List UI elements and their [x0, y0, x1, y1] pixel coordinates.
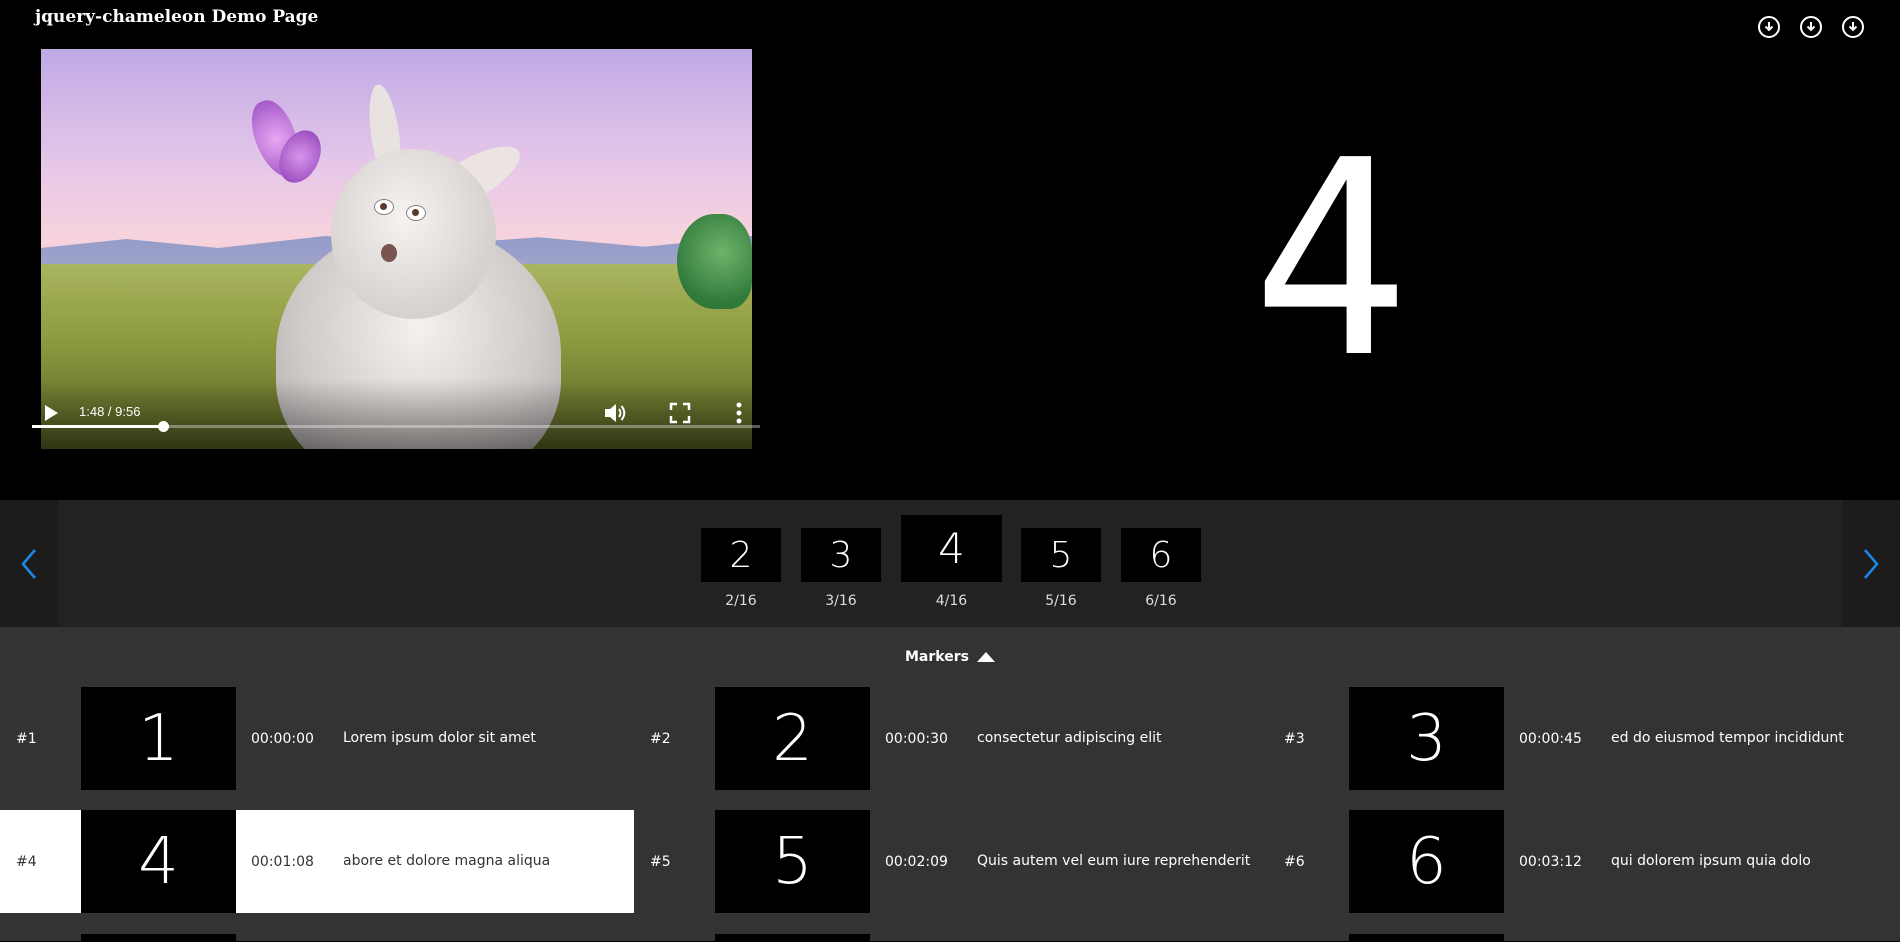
seek-bar-progress	[32, 425, 164, 428]
marker-index: #5	[650, 853, 671, 870]
marker-index: #3	[1284, 730, 1305, 747]
download-buttons	[1758, 16, 1864, 38]
slide-carousel: 2 2/16 3 3/16 4 4/16 5 5/16 6 6/16	[0, 500, 1900, 627]
marker-item-active[interactable]: #4 4 00:01:08 abore et dolore magna aliq…	[0, 810, 634, 913]
marker-text: abore et dolore magna aliqua	[343, 853, 551, 869]
carousel-item-label: 5/16	[1045, 593, 1077, 609]
marker-thumbnail: 5	[715, 810, 870, 913]
video-butterfly	[243, 94, 329, 199]
download-icon	[1848, 22, 1858, 32]
video-bunny-head	[331, 149, 496, 319]
carousel-item[interactable]: 6 6/16	[1121, 528, 1201, 609]
video-bunny-eye-left	[374, 199, 394, 215]
volume-button[interactable]	[603, 401, 629, 425]
seek-bar-handle[interactable]	[158, 421, 170, 432]
caret-up-icon	[976, 652, 995, 662]
download-icon	[1806, 22, 1816, 32]
marker-thumbnail: 1	[81, 687, 236, 790]
video-player[interactable]: 1:48 / 9:56	[41, 49, 752, 449]
seek-bar[interactable]	[32, 421, 760, 432]
fullscreen-button[interactable]	[669, 402, 691, 424]
carousel-item[interactable]: 3 3/16	[801, 528, 881, 609]
video-bunny-eye-right	[406, 205, 426, 221]
chevron-left-icon	[21, 548, 36, 579]
marker-index: #1	[16, 730, 37, 747]
marker-time: 00:03:12	[1519, 853, 1582, 870]
marker-time: 00:00:45	[1519, 730, 1582, 747]
marker-time: 00:02:09	[885, 853, 948, 870]
download-button-2[interactable]	[1800, 16, 1822, 38]
marker-thumbnail: 2	[715, 687, 870, 790]
carousel-item-thumb: 2	[701, 528, 781, 582]
marker-time: 00:01:08	[251, 853, 314, 870]
carousel-item-thumb: 4	[901, 515, 1002, 582]
marker-time: 00:00:30	[885, 730, 948, 747]
carousel-item-active[interactable]: 4 4/16	[901, 515, 1002, 609]
carousel-prev-button[interactable]	[0, 500, 58, 627]
download-button-1[interactable]	[1758, 16, 1780, 38]
marker-thumbnail: 3	[1349, 687, 1504, 790]
more-options-button[interactable]	[734, 401, 744, 425]
carousel-item-label: 2/16	[725, 593, 757, 609]
fullscreen-icon	[669, 402, 691, 424]
marker-time: 00:00:00	[251, 730, 314, 747]
play-icon	[45, 405, 58, 421]
carousel-item[interactable]: 5 5/16	[1021, 528, 1101, 609]
video-controls: 1:48 / 9:56	[41, 379, 752, 449]
marker-text: consectetur adipiscing elit	[977, 730, 1162, 746]
page-title: jquery-chameleon Demo Page	[35, 7, 319, 27]
marker-item[interactable]: #5 5 00:02:09 Quis autem vel eum iure re…	[634, 810, 1268, 913]
markers-panel: Markers #1 1 00:00:00 Lorem ipsum dolor …	[0, 627, 1900, 942]
carousel-item-thumb: 6	[1121, 528, 1201, 582]
carousel-item-label: 6/16	[1145, 593, 1177, 609]
marker-index: #2	[650, 730, 671, 747]
carousel-item-thumb: 3	[801, 528, 881, 582]
download-icon	[1764, 22, 1774, 32]
stage: jquery-chameleon Demo Page 1:48 / 9:56 4	[0, 0, 1900, 500]
marker-item[interactable]: #6 6 00:03:12 qui dolorem ipsum quia dol…	[1268, 810, 1900, 913]
download-button-3[interactable]	[1842, 16, 1864, 38]
marker-item[interactable]: #3 3 00:00:45 ed do eiusmod tempor incid…	[1268, 687, 1900, 790]
current-slide-number: 4	[1252, 102, 1411, 417]
marker-index: #6	[1284, 853, 1305, 870]
markers-toggle-label: Markers	[905, 649, 969, 665]
markers-toggle-button[interactable]: Markers	[905, 649, 995, 665]
marker-text: Lorem ipsum dolor sit amet	[343, 730, 536, 746]
video-tree	[677, 214, 752, 309]
volume-icon	[605, 404, 626, 422]
more-options-icon	[736, 402, 742, 424]
marker-text: ed do eiusmod tempor incididunt	[1611, 730, 1844, 746]
video-time: 1:48 / 9:56	[79, 404, 141, 419]
marker-thumbnail: 4	[81, 810, 236, 913]
chevron-right-icon	[1864, 548, 1879, 579]
marker-item[interactable]: #2 2 00:00:30 consectetur adipiscing eli…	[634, 687, 1268, 790]
marker-text: Quis autem vel eum iure reprehenderit	[977, 853, 1251, 869]
marker-thumbnail: 6	[1349, 810, 1504, 913]
carousel-item-label: 4/16	[935, 593, 968, 609]
video-bunny-mouth	[381, 244, 397, 262]
carousel-item-thumb: 5	[1021, 528, 1101, 582]
marker-item[interactable]: #1 1 00:00:00 Lorem ipsum dolor sit amet	[0, 687, 634, 790]
carousel-item[interactable]: 2 2/16	[701, 528, 781, 609]
marker-index: #4	[16, 853, 37, 870]
carousel-item-label: 3/16	[825, 593, 857, 609]
marker-text: qui dolorem ipsum quia dolo	[1611, 853, 1811, 869]
play-button[interactable]	[41, 403, 61, 423]
carousel-next-button[interactable]	[1842, 500, 1900, 627]
